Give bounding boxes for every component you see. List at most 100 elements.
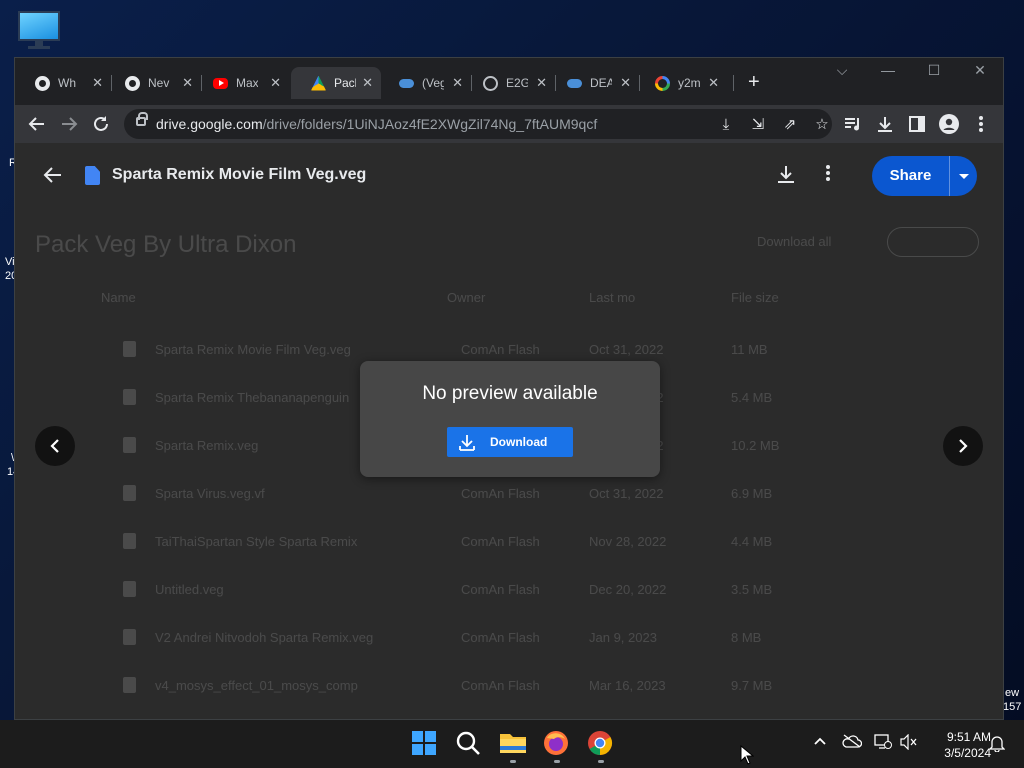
file-modified-date: Mar 16, 2023 <box>589 678 666 693</box>
tab-3[interactable]: Max ✕ <box>193 67 289 99</box>
downloads-icon[interactable] <box>873 112 897 136</box>
file-modified-date: Jan 9, 2023 <box>589 630 657 645</box>
close-tab-icon[interactable]: ✕ <box>270 75 281 91</box>
tab-4-active[interactable]: Pacl ✕ <box>291 67 381 99</box>
new-tab-button[interactable]: + <box>748 71 760 94</box>
column-header-file-size: File size <box>731 290 779 305</box>
file-size: 3.5 MB <box>731 582 773 597</box>
tab-2[interactable]: Nev ✕ <box>105 67 201 99</box>
more-options-icon[interactable] <box>825 163 845 189</box>
file-name: Sparta Remix Movie Film Veg.veg <box>155 342 351 357</box>
tab-7[interactable]: DEA ✕ <box>547 67 639 99</box>
chrome-icon <box>35 75 50 91</box>
download-icon[interactable]: ⤓ <box>714 112 738 136</box>
reload-button[interactable] <box>89 112 113 136</box>
share-page-icon[interactable]: ⇗ <box>778 112 802 136</box>
file-icon <box>123 437 136 453</box>
close-tab-icon[interactable]: ✕ <box>620 75 631 91</box>
youtube-icon <box>213 77 228 89</box>
list-item: v4_mosys_effect_01_mosys_comp ComAn Flash… <box>15 671 1003 719</box>
maximize-button[interactable]: ☐ <box>911 62 957 79</box>
previous-file-button[interactable] <box>35 426 75 466</box>
no-preview-dialog: No preview available Download <box>360 361 660 477</box>
viewer-download-icon[interactable] <box>775 163 801 189</box>
tab-5[interactable]: (Veg ✕ <box>379 67 471 99</box>
bookmark-star-icon[interactable]: ☆ <box>810 112 834 136</box>
install-app-icon[interactable]: ⇲ <box>746 112 770 136</box>
back-button[interactable] <box>25 112 49 136</box>
close-tab-icon[interactable]: ✕ <box>452 75 463 91</box>
file-owner: ComAn Flash <box>461 630 540 645</box>
minimize-button[interactable]: — <box>865 62 911 78</box>
tab-label: Wh <box>58 76 76 90</box>
share-button[interactable]: Share <box>872 156 977 196</box>
tab-8[interactable]: y2m ✕ <box>635 67 727 99</box>
file-size: 4.4 MB <box>731 534 773 549</box>
share-dropdown-chevron-icon[interactable] <box>950 156 976 196</box>
file-size: 8 MB <box>731 630 762 645</box>
tab-search-chevron-icon[interactable]: ⌵ <box>819 62 865 79</box>
forward-button[interactable] <box>57 112 81 136</box>
download-icon <box>447 427 487 457</box>
file-name: Sparta Remix Thebananapenguin <box>155 390 350 405</box>
start-button[interactable] <box>411 730 439 758</box>
close-tab-icon[interactable]: ✕ <box>536 75 547 91</box>
tab-6[interactable]: E2G ✕ <box>463 67 555 99</box>
file-icon <box>123 341 136 357</box>
file-icon <box>123 581 136 597</box>
media-controls-icon[interactable] <box>841 112 865 136</box>
file-icon <box>123 629 136 645</box>
close-viewer-back-button[interactable] <box>41 165 65 189</box>
cloud-icon <box>399 78 414 88</box>
download-button[interactable]: Download <box>447 427 573 457</box>
column-header-owner: Owner <box>447 290 486 305</box>
profile-avatar-icon[interactable] <box>937 112 961 136</box>
lock-icon[interactable] <box>136 112 148 126</box>
network-disconnected-icon[interactable] <box>873 734 893 754</box>
side-panel-icon[interactable] <box>905 112 929 136</box>
share-button-label: Share <box>872 156 950 196</box>
folder-title: Pack Veg By Ultra Dixon <box>35 231 297 258</box>
file-size: 10.2 MB <box>731 438 780 453</box>
desktop-label-fragment: ew <box>1005 687 1020 699</box>
onedrive-offline-icon[interactable] <box>842 734 863 754</box>
tab-label: Max <box>236 76 258 90</box>
tab-1[interactable]: Wh ✕ <box>15 67 111 99</box>
desktop-label-fragment: 157 <box>1003 701 1022 713</box>
show-hidden-icons-chevron-icon[interactable] <box>810 734 830 754</box>
tab-label: Nev <box>148 76 170 90</box>
close-tab-icon[interactable]: ✕ <box>362 75 373 91</box>
clock-date: 3/5/2024 <box>944 746 991 760</box>
column-header-last-modified: Last mo <box>589 290 636 305</box>
download-all-link: Download all <box>757 234 832 249</box>
firefox-icon[interactable] <box>543 730 571 758</box>
clock-time: 9:51 AM <box>946 730 991 744</box>
close-tab-icon[interactable]: ✕ <box>92 75 103 91</box>
close-window-button[interactable]: ✕ <box>957 62 1003 79</box>
file-name: Untitled.veg <box>155 582 224 597</box>
chrome-window: Wh ✕ Nev ✕ Max ✕ Pacl ✕ (Veg ✕ E2G <box>14 57 1004 720</box>
close-tab-icon[interactable]: ✕ <box>708 75 719 91</box>
next-file-button[interactable] <box>943 426 983 466</box>
chrome-menu-icon[interactable] <box>969 112 993 136</box>
file-icon <box>123 533 136 549</box>
this-pc-desktop-icon[interactable] <box>18 11 60 49</box>
search-icon[interactable] <box>455 730 483 758</box>
address-bar[interactable]: drive.google.com/drive/folders/1UiNJAoz4… <box>124 109 832 139</box>
download-button-label: Download <box>490 435 548 449</box>
file-icon <box>123 389 136 405</box>
view-toggle <box>887 227 979 257</box>
file-size: 11 MB <box>731 342 768 357</box>
system-clock[interactable]: 9:51 AM 3/5/2024 <box>925 729 991 761</box>
file-size: 5.4 MB <box>731 390 773 405</box>
tab-label: E2G <box>506 76 528 90</box>
file-owner: ComAn Flash <box>461 486 540 501</box>
volume-muted-icon[interactable] <box>899 733 919 754</box>
file-explorer-icon[interactable] <box>499 730 527 758</box>
notifications-bell-icon[interactable] <box>987 734 1007 754</box>
file-modified-date: Oct 31, 2022 <box>589 342 664 357</box>
file-owner: ComAn Flash <box>461 534 540 549</box>
chrome-icon <box>125 75 140 91</box>
close-tab-icon[interactable]: ✕ <box>182 75 193 91</box>
chrome-taskbar-icon[interactable] <box>587 730 615 758</box>
